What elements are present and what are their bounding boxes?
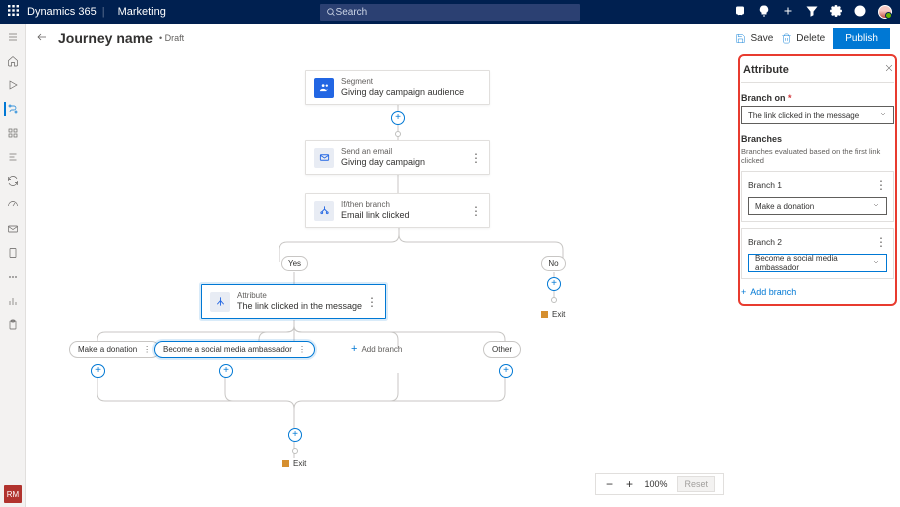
branches-subtext: Branches evaluated based on the first li… [741, 147, 894, 165]
page-icon[interactable] [6, 246, 20, 260]
plus-icon[interactable] [782, 5, 794, 20]
branch-menu[interactable]: ⋮ [875, 178, 887, 192]
analytics-icon[interactable] [6, 294, 20, 308]
exit-label: Exit [541, 310, 565, 319]
branch-1-name[interactable]: Branch 1 [748, 180, 782, 190]
no-pill: No [541, 256, 566, 271]
hamburger-icon[interactable] [6, 30, 20, 44]
app-topbar: Dynamics 365 | Marketing [0, 0, 900, 24]
attribute-panel: Attribute Branch on * The link clicked i… [741, 57, 894, 297]
zoom-level: 100% [644, 479, 667, 489]
branch-2-name[interactable]: Branch 2 [748, 237, 782, 247]
add-branch-chip[interactable]: +Add branch [351, 343, 402, 355]
publish-button[interactable]: Publish [833, 28, 890, 49]
add-step[interactable]: + [219, 364, 233, 378]
chip-menu[interactable]: ⋮ [143, 345, 151, 354]
zoom-in-button[interactable]: + [624, 477, 634, 491]
help-icon[interactable] [854, 5, 866, 20]
ellipsis-icon[interactable] [6, 270, 20, 284]
branch-card-2: Branch 2 ⋮ Become a social media ambassad… [741, 228, 894, 279]
zoom-out-button[interactable]: − [604, 477, 614, 491]
filter-icon[interactable] [806, 5, 818, 20]
journey-icon[interactable] [4, 102, 20, 116]
delete-button[interactable]: Delete [781, 33, 825, 44]
left-nav-rail [0, 24, 26, 507]
command-bar: Journey name • Draft Save Delete Publish [26, 24, 900, 52]
lightbulb-icon[interactable] [758, 5, 770, 20]
clipboard-icon[interactable] [6, 318, 20, 332]
run-icon[interactable] [6, 78, 20, 92]
panel-title: Attribute [743, 64, 789, 76]
activities-icon[interactable] [6, 126, 20, 140]
separator: | [102, 6, 105, 18]
branch-1-select[interactable]: Make a donation [748, 197, 887, 215]
node-menu[interactable]: ⋮ [470, 204, 481, 218]
connector-dot [395, 131, 401, 137]
status-badge: • Draft [159, 33, 184, 43]
exit-icon [541, 311, 548, 318]
close-icon[interactable] [884, 63, 894, 76]
chevron-down-icon [872, 258, 880, 268]
branch-card-1: Branch 1 ⋮ Make a donation [741, 171, 894, 222]
branch-2-select[interactable]: Become a social media ambassador [748, 254, 887, 272]
add-step[interactable]: + [547, 277, 561, 291]
chevron-down-icon [879, 110, 887, 120]
zoom-reset-button[interactable]: Reset [677, 476, 715, 492]
exit-icon [282, 460, 289, 467]
branch-menu[interactable]: ⋮ [875, 235, 887, 249]
add-step[interactable]: + [499, 364, 513, 378]
branch-chip-donate[interactable]: Make a donation⋮ [69, 341, 160, 358]
page-title: Journey name [58, 30, 153, 46]
node-menu[interactable]: ⋮ [470, 151, 481, 165]
form-icon[interactable] [6, 150, 20, 164]
gear-icon[interactable] [830, 5, 842, 20]
email-icon [314, 148, 334, 168]
branch-on-select[interactable]: The link clicked in the message [741, 106, 894, 124]
home-icon[interactable] [6, 54, 20, 68]
speed-icon[interactable] [6, 198, 20, 212]
app-name[interactable]: Dynamics 365 [27, 6, 97, 18]
module-name[interactable]: Marketing [118, 6, 166, 18]
add-step[interactable]: + [91, 364, 105, 378]
segment-node[interactable]: SegmentGiving day campaign audience [305, 70, 490, 105]
branch-icon [314, 201, 334, 221]
add-branch-button[interactable]: +Add branch [741, 287, 894, 297]
branch-on-label: Branch on * [741, 93, 894, 103]
branch-chip-other[interactable]: Other [483, 341, 521, 358]
people-icon [314, 78, 334, 98]
email-rail-icon[interactable] [6, 222, 20, 236]
branch-chip-ambassador[interactable]: Become a social media ambassador⋮ [154, 341, 315, 358]
yes-pill: Yes [281, 256, 308, 271]
user-badge[interactable]: RM [4, 485, 22, 503]
topbar-actions [734, 5, 892, 20]
attribute-icon [210, 292, 230, 312]
node-menu[interactable]: ⋮ [366, 295, 377, 309]
search-input[interactable] [336, 7, 574, 18]
waffle-icon[interactable] [8, 5, 19, 19]
back-button[interactable] [36, 31, 48, 46]
ifthen-node[interactable]: If/then branchEmail link clicked ⋮ [305, 193, 490, 228]
exit-label: Exit [282, 459, 306, 468]
assistant-icon[interactable] [734, 5, 746, 20]
connector-dot [551, 297, 557, 303]
connector-dot [292, 448, 298, 454]
add-step[interactable]: + [391, 111, 405, 125]
global-search[interactable] [320, 4, 580, 21]
refresh-icon[interactable] [6, 174, 20, 188]
zoom-toolbar: − + 100% Reset [595, 473, 724, 495]
add-step[interactable]: + [288, 428, 302, 442]
save-button[interactable]: Save [735, 33, 773, 44]
chevron-down-icon [872, 201, 880, 211]
attribute-node[interactable]: AttributeThe link clicked in the message… [201, 284, 386, 319]
branches-heading: Branches [741, 134, 894, 144]
user-avatar[interactable] [878, 5, 892, 19]
chip-menu[interactable]: ⋮ [298, 345, 306, 354]
email-node[interactable]: Send an emailGiving day campaign ⋮ [305, 140, 490, 175]
